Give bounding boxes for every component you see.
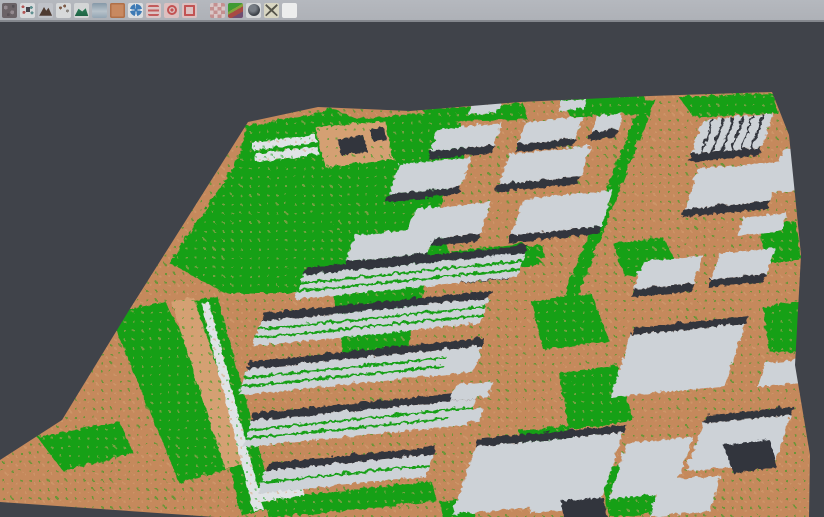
striped-flag-icon[interactable] [282,3,297,18]
wall-gradient-icon[interactable] [92,3,107,18]
terrain-hill-icon[interactable] [74,3,89,18]
sparse-points-icon[interactable] [56,3,71,18]
pointcloud [0,60,824,517]
viewport-3d[interactable] [0,22,824,517]
red-layers-icon[interactable] [146,3,161,18]
checker-subsample-icon[interactable] [210,3,225,18]
dark-sphere-icon[interactable] [246,3,261,18]
mountain-icon[interactable] [38,3,53,18]
cross-filter-icon[interactable] [264,3,279,18]
target-icon[interactable] [164,3,179,18]
crop-brackets-icon[interactable] [182,3,197,18]
viewport-canvas[interactable] [0,0,824,517]
globe-icon[interactable] [128,3,143,18]
toolbar-icons [0,3,297,18]
dem-orange-icon[interactable] [110,3,125,18]
app-window: { "toolbar": { "bg": "#b5b8be", "icons":… [0,0,824,517]
dark-pointcloud-icon[interactable] [2,3,17,18]
toolbar [0,0,824,22]
point-pairs-icon[interactable] [20,3,35,18]
classification-map-icon[interactable] [228,3,243,18]
